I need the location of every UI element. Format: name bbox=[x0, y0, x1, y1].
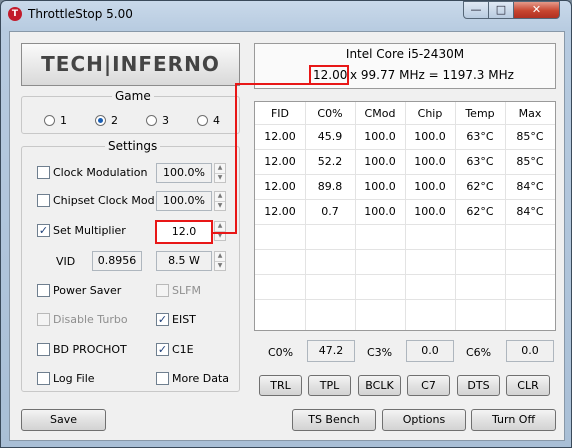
tpl-button[interactable]: TPL bbox=[308, 375, 351, 396]
cell-chip: 100.0 bbox=[414, 205, 446, 218]
cell-cmod: 100.0 bbox=[364, 130, 396, 143]
table-row: 12.00 0.7 100.0 100.0 62°C 84°C bbox=[255, 205, 555, 225]
cell-temp: 63°C bbox=[466, 155, 494, 168]
c6-value: 0.0 bbox=[506, 340, 554, 362]
c3-label: C3% bbox=[367, 346, 393, 359]
cell-c0: 52.2 bbox=[317, 155, 343, 168]
minimize-button[interactable]: — bbox=[463, 1, 489, 19]
cell-temp: 62°C bbox=[466, 180, 494, 193]
client-area: TECH|INFERNO Game 1 2 3 4 Settings Clock… bbox=[9, 31, 565, 441]
cell-cmod: 100.0 bbox=[364, 205, 396, 218]
cell-chip: 100.0 bbox=[414, 155, 446, 168]
cell-cmod: 100.0 bbox=[364, 155, 396, 168]
save-button[interactable]: Save bbox=[21, 409, 106, 431]
cell-max: 84°C bbox=[516, 205, 544, 218]
cell-chip: 100.0 bbox=[414, 130, 446, 143]
c0-label: C0% bbox=[268, 346, 294, 359]
c7-button[interactable]: C7 bbox=[407, 375, 450, 396]
cell-temp: 62°C bbox=[466, 205, 494, 218]
bclk-button[interactable]: BCLK bbox=[358, 375, 401, 396]
options-button[interactable]: Options bbox=[382, 409, 466, 431]
cell-cmod: 100.0 bbox=[364, 180, 396, 193]
ts-bench-button[interactable]: TS Bench bbox=[292, 409, 376, 431]
close-button[interactable]: ✕ bbox=[513, 1, 560, 19]
cell-max: 84°C bbox=[516, 180, 544, 193]
cell-max: 85°C bbox=[516, 130, 544, 143]
cell-c0: 45.9 bbox=[317, 130, 343, 143]
dts-button[interactable]: DTS bbox=[457, 375, 500, 396]
cell-c0: 0.7 bbox=[321, 205, 339, 218]
window-title: ThrottleStop 5.00 bbox=[28, 7, 133, 21]
app-icon: T bbox=[8, 7, 22, 21]
throttlestop-window: T ThrottleStop 5.00 — □ ✕ TECH|INFERNO G… bbox=[0, 0, 572, 448]
cell-fid: 12.00 bbox=[264, 205, 296, 218]
turn-off-button[interactable]: Turn Off bbox=[471, 409, 556, 431]
table-row: 12.00 89.8 100.0 100.0 62°C 84°C bbox=[255, 180, 555, 200]
cell-chip: 100.0 bbox=[414, 180, 446, 193]
c3-value: 0.0 bbox=[406, 340, 454, 362]
cell-max: 85°C bbox=[516, 155, 544, 168]
cell-temp: 63°C bbox=[466, 130, 494, 143]
maximize-button[interactable]: □ bbox=[488, 1, 514, 19]
cell-fid: 12.00 bbox=[264, 180, 296, 193]
c6-label: C6% bbox=[466, 346, 492, 359]
cell-fid: 12.00 bbox=[264, 130, 296, 143]
c0-value: 47.2 bbox=[307, 340, 355, 362]
cell-c0: 89.8 bbox=[317, 180, 343, 193]
trl-button[interactable]: TRL bbox=[259, 375, 302, 396]
title-bar[interactable]: T ThrottleStop 5.00 — □ ✕ bbox=[1, 1, 571, 29]
cell-fid: 12.00 bbox=[264, 155, 296, 168]
core-data-table: FID C0% CMod Chip Temp Max 12.00 45.9 10… bbox=[254, 101, 556, 331]
table-row: 12.00 45.9 100.0 100.0 63°C 85°C bbox=[255, 130, 555, 150]
table-row: 12.00 52.2 100.0 100.0 63°C 85°C bbox=[255, 155, 555, 175]
clr-button[interactable]: CLR bbox=[506, 375, 550, 396]
